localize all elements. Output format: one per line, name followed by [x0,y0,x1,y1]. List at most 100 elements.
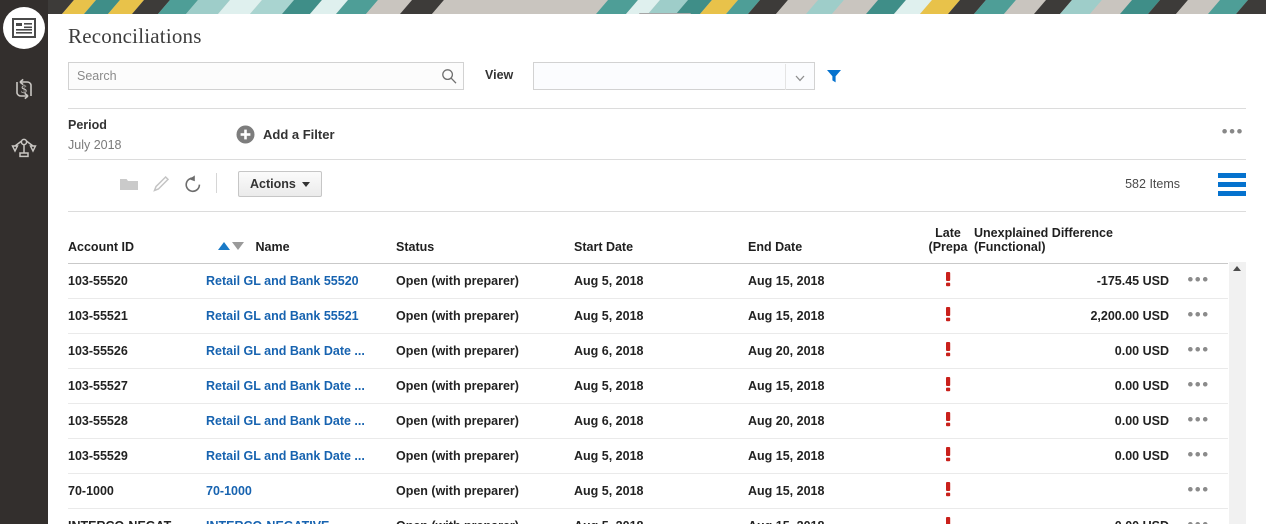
row-actions-ellipsis-icon[interactable]: ••• [1187,345,1209,355]
column-header-account-id-label: Account ID [68,240,134,254]
reconciliation-link[interactable]: Retail GL and Bank 55521 [206,309,359,323]
table-row[interactable]: INTERCO-NEGAT...INTERCO-NEGATIVEOpen (wi… [68,508,1228,524]
reconciliation-link[interactable]: Retail GL and Bank 55520 [206,274,359,288]
cell-name: Retail GL and Bank Date ... [206,403,396,438]
column-header-status[interactable]: Status [396,212,574,263]
folder-icon[interactable] [119,174,139,194]
cell-row-actions[interactable]: ••• [1169,333,1228,368]
sidebar-item-transaction-matching[interactable]: $ [0,65,48,113]
cell-status: Open (with preparer) [396,263,574,298]
view-dropdown[interactable] [533,62,815,90]
reconciliation-link[interactable]: Retail GL and Bank Date ... [206,379,365,393]
cell-start-date: Aug 6, 2018 [574,333,748,368]
cell-row-actions[interactable]: ••• [1169,508,1228,524]
cell-row-actions[interactable]: ••• [1169,403,1228,438]
row-actions-ellipsis-icon[interactable]: ••• [1187,380,1209,390]
table-row[interactable]: 103-55520Retail GL and Bank 55520 Open (w… [68,263,1228,298]
table-row[interactable]: 103-55521Retail GL and Bank 55521Open (w… [68,298,1228,333]
sidebar-item-reconciliations[interactable] [0,4,48,52]
cell-late [922,473,974,508]
reconciliation-link[interactable]: Retail GL and Bank Date ... [206,449,365,463]
filter-overflow-ellipsis-icon[interactable]: ••• [1222,126,1244,138]
cell-name: INTERCO-NEGATIVE [206,508,396,524]
cell-row-actions[interactable]: ••• [1169,263,1228,298]
plus-circle-icon [236,125,255,144]
table-row[interactable]: 103-55526Retail GL and Bank Date ... Open… [68,333,1228,368]
cell-account-id: 103-55526 [68,333,206,368]
sort-control[interactable] [218,242,244,250]
column-header-end-date-label: End Date [748,240,802,254]
cell-row-actions[interactable]: ••• [1169,473,1228,508]
column-header-start-date[interactable]: Start Date [574,212,748,263]
cell-late [922,368,974,403]
scroll-up-arrow-icon[interactable] [1233,266,1241,271]
cell-status: Open (with preparer) [396,438,574,473]
cell-status: Open (with preparer) [396,368,574,403]
reconciliations-table: Account ID Name Status [68,212,1228,524]
row-actions-ellipsis-icon[interactable]: ••• [1187,485,1209,495]
reconciliation-link[interactable]: Retail GL and Bank Date ... [206,414,365,428]
add-filter-button[interactable]: Add a Filter [236,125,335,144]
funnel-icon[interactable] [825,67,843,85]
list-view-icon[interactable] [1218,173,1246,195]
cell-unexplained-difference: 0.00 USD [974,403,1169,438]
row-actions-ellipsis-icon[interactable]: ••• [1187,520,1209,524]
cell-unexplained-difference: -175.45 USD [974,263,1169,298]
row-actions-ellipsis-icon[interactable]: ••• [1187,450,1209,460]
cell-late [922,438,974,473]
cell-end-date: Aug 15, 2018 [748,473,922,508]
pencil-icon[interactable] [151,174,171,194]
reset-icon[interactable] [183,174,203,194]
row-actions-ellipsis-icon[interactable]: ••• [1187,310,1209,320]
table-row[interactable]: 70-100070-1000Open (with preparer)Aug 5,… [68,473,1228,508]
table-vertical-scrollbar[interactable] [1229,262,1246,524]
table-row[interactable]: 103-55527Retail GL and Bank Date ... Open… [68,368,1228,403]
actions-button[interactable]: Actions [238,171,322,197]
cell-late [922,508,974,524]
filter-period-value[interactable]: July 2018 [68,138,122,152]
sidebar-item-balances[interactable] [0,124,48,172]
cell-unexplained-difference: 0.00 USD [974,333,1169,368]
scale-balance-icon [10,135,38,161]
svg-text:$: $ [21,82,27,96]
sort-ascending-icon[interactable] [218,242,230,250]
reconciliations-icon [12,18,36,38]
cell-status: Open (with preparer) [396,298,574,333]
search-icon[interactable] [441,68,457,84]
search-box[interactable] [68,62,464,90]
cell-status: Open (with preparer) [396,508,574,524]
cell-start-date: Aug 5, 2018 [574,298,748,333]
search-toolbar: View [68,62,1246,90]
column-header-end-date[interactable]: End Date [748,212,922,263]
cell-account-id: 103-55527 [68,368,206,403]
row-actions-ellipsis-icon[interactable]: ••• [1187,415,1209,425]
table-row[interactable]: 103-55529Retail GL and Bank Date ...Open… [68,438,1228,473]
column-header-unexplained-difference[interactable]: Unexplained Difference (Functional) [974,212,1169,263]
cell-row-actions[interactable]: ••• [1169,298,1228,333]
column-header-late[interactable]: Late (Prepa [922,212,974,263]
reconciliation-link[interactable]: INTERCO-NEGATIVE [206,519,329,524]
add-filter-label: Add a Filter [263,127,335,142]
column-header-name[interactable]: Name [206,212,396,263]
reconciliation-link[interactable]: Retail GL and Bank Date ... [206,344,365,358]
table-row[interactable]: 103-55528Retail GL and Bank Date ...Open… [68,403,1228,438]
column-header-account-id[interactable]: Account ID [68,212,206,263]
column-header-unexplained-label-line2: (Functional) [974,240,1046,254]
search-input[interactable] [77,63,437,89]
exclamation-alert-icon [943,376,953,395]
dropdown-divider [785,64,786,90]
reconciliation-link[interactable]: 70-1000 [206,484,252,498]
toolbar-divider [216,173,217,193]
sort-descending-icon[interactable] [232,242,244,250]
left-nav-rail: $ [0,0,48,524]
cell-status: Open (with preparer) [396,333,574,368]
row-actions-ellipsis-icon[interactable]: ••• [1187,275,1209,285]
chevron-down-icon[interactable] [794,71,806,83]
cell-name: Retail GL and Bank Date ... [206,438,396,473]
cell-end-date: Aug 20, 2018 [748,333,922,368]
caret-down-icon [302,182,310,187]
cell-row-actions[interactable]: ••• [1169,368,1228,403]
exclamation-alert-icon [943,446,953,465]
cell-account-id: 103-55520 [68,263,206,298]
cell-row-actions[interactable]: ••• [1169,438,1228,473]
